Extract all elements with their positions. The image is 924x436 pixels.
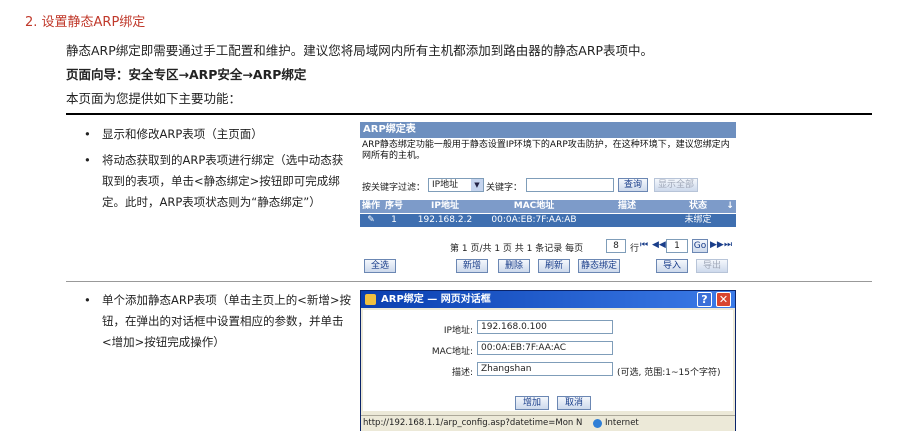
filter-select-value: IP地址 [432,180,459,190]
nav-path: 页面向导：安全专区→ARP安全→ARP绑定 [66,67,307,82]
add-confirm-button[interactable]: 增加 [515,396,549,410]
col-header: 状态 [688,201,707,211]
query-button[interactable]: 查询 [618,178,648,192]
cancel-button[interactable]: 取消 [557,396,591,410]
import-button[interactable]: 导入 [656,259,688,273]
top-divider [66,113,872,115]
mac-input[interactable]: 00:0A:EB:7F:AA:AC [477,341,613,355]
filter-label: 按关键字过滤： [362,183,426,193]
bullet-dot-icon: • [84,127,91,141]
mid-divider [66,281,872,282]
page-input[interactable]: 1 [666,239,688,253]
bullet-item: • 显示和修改ARP表项（主页面） [84,124,349,145]
rows-label: 行 [630,244,640,254]
bullet-text: 将动态获取到的ARP表项进行绑定（选中动态获取到的表项，单击<静态绑定>按钮即可… [102,153,344,209]
col-header: MAC地址 [513,201,555,211]
ip-input[interactable]: 192.168.0.100 [477,320,613,334]
section-title: 2. 设置静态ARP绑定 [25,15,146,30]
filter-select[interactable]: IP地址 ▼ [428,178,484,192]
mac-label: MAC地址: [431,347,473,357]
refresh-button[interactable]: 刷新 [538,259,570,273]
next-page-icon[interactable]: ▶▶ [710,240,724,250]
bullet-item: • 单个添加静态ARP表项（单击主页上的<新增>按钮，在弹出的对话框中设置相应的… [84,290,352,353]
dialog-body: IP地址: 192.168.0.100 MAC地址: 00:0A:EB:7F:A… [363,310,733,411]
prev-page-icon[interactable]: ◀◀ [652,240,666,250]
last-page-icon[interactable]: ⏭ [724,240,732,250]
chevron-down-icon: ▼ [471,179,483,191]
first-page-icon[interactable]: ⏮ [640,240,648,250]
bullet-text: 显示和修改ARP表项（主页面） [102,127,263,141]
col-header: 序号 [384,201,403,211]
row-index: 1 [391,215,397,225]
bullet-dot-icon: • [84,293,91,307]
arp-bind-dialog: ARP绑定 — 网页对话框 ? ✕ IP地址: 192.168.0.100 MA… [360,290,736,431]
dialog-statusbar: http://192.168.1.1/arp_config.asp?dateti… [361,415,735,431]
filter-row: 按关键字过滤： IP地址 ▼ 关键字： 查询 显示全部 [360,177,736,194]
table-row[interactable]: ✎ 1 192.168.2.2 00:0A:EB:7F:AA:AB 未绑定 [360,214,736,227]
features-intro: 本页面为您提供如下主要功能： [66,91,242,106]
bullet-dot-icon: • [84,153,91,167]
intro-text: 静态ARP绑定即需要通过手工配置和维护。建议您将局域网内所有主机都添加到路由器的… [66,43,654,58]
table-header: 操作 序号 IP地址 MAC地址 描述 状态 ↓ [360,200,736,213]
col-header: 操作 [361,201,380,211]
status-zone: Internet [605,418,639,428]
ip-label: IP地址: [443,326,473,336]
action-bar: 全选 新增 删除 刷新 静态绑定 导入 导出 [360,259,736,274]
desc-hint: (可选, 范围:1~15个字符) [617,368,721,378]
globe-icon [593,419,602,428]
help-icon[interactable]: ? [697,292,712,307]
row-mac: 00:0A:EB:7F:AA:AB [491,215,577,225]
arp-table-panel: ARP绑定表 ARP静态绑定功能一般用于静态设置IP环境下的ARP攻击防护，在这… [360,122,736,274]
pager-text: 第 1 页/共 1 页 共 1 条记录 每页 [450,244,584,254]
static-bind-button[interactable]: 静态绑定 [578,259,620,273]
pagination: 第 1 页/共 1 页 共 1 条记录 每页 8 行 ⏮ ◀◀ 1 Go ▶▶ … [360,239,736,254]
export-button[interactable]: 导出 [696,259,728,273]
close-icon[interactable]: ✕ [716,292,731,307]
desc-label: 描述: [451,368,473,378]
row-status: 未绑定 [684,215,712,225]
keyword-label: 关键字： [486,183,523,193]
delete-button[interactable]: 删除 [498,259,530,273]
sort-icon[interactable]: ↓ [724,200,736,213]
go-button[interactable]: Go [692,239,708,253]
add-button[interactable]: 新增 [456,259,488,273]
ie-page-icon [365,294,376,305]
status-url: http://192.168.1.1/arp_config.asp?dateti… [363,418,583,428]
col-header: IP地址 [431,201,459,211]
edit-icon[interactable]: ✎ [360,214,382,227]
col-header: 描述 [617,201,636,211]
select-all-button[interactable]: 全选 [364,259,396,273]
row-ip: 192.168.2.2 [417,215,473,225]
dialog-title: ARP绑定 — 网页对话框 [381,294,491,305]
per-page-input[interactable]: 8 [606,239,626,253]
show-all-button[interactable]: 显示全部 [654,178,698,192]
bullet-text: 单个添加静态ARP表项（单击主页上的<新增>按钮，在弹出的对话框中设置相应的参数… [102,293,352,349]
panel-title: ARP绑定表 [360,122,736,138]
bullet-item: • 将动态获取到的ARP表项进行绑定（选中动态获取到的表项，单击<静态绑定>按钮… [84,150,349,234]
desc-input[interactable]: Zhangshan [477,362,613,376]
panel-description: ARP静态绑定功能一般用于静态设置IP环境下的ARP攻击防护，在这种环境下，建议… [362,140,730,161]
keyword-input[interactable] [526,178,614,192]
dialog-titlebar: ARP绑定 — 网页对话框 ? ✕ [361,291,735,308]
